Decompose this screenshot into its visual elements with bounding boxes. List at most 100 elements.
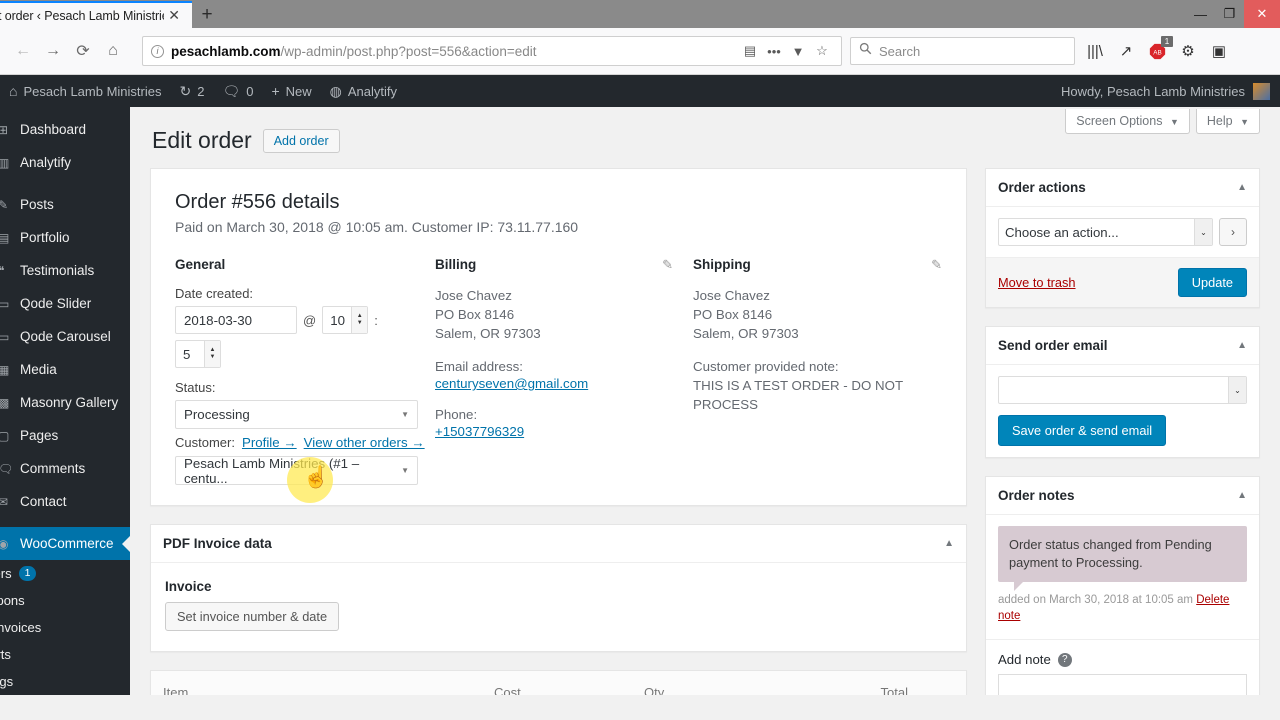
billing-email-label: Email address: xyxy=(435,359,523,374)
sidebar-item-woocommerce[interactable]: ◉ WooCommerce xyxy=(0,527,130,560)
admin-columns: Order #556 details Paid on March 30, 201… xyxy=(130,168,1280,695)
browser-tab[interactable]: t order ‹ Pesach Lamb Ministries ✕ xyxy=(0,1,192,28)
pocket-icon[interactable]: ▼ xyxy=(787,40,809,62)
back-icon[interactable]: ← xyxy=(8,36,38,66)
forward-icon[interactable]: → xyxy=(38,36,68,66)
sidebar-item-comments[interactable]: 🗨 Comments xyxy=(0,452,130,485)
column-header-item: Item xyxy=(163,685,189,695)
adblock-icon[interactable]: AB 1 xyxy=(1143,36,1173,65)
site-info-icon[interactable]: i xyxy=(151,44,164,58)
help-button[interactable]: Help ▼ xyxy=(1195,109,1260,134)
collapse-toggle-icon[interactable]: ▲ xyxy=(1237,340,1247,351)
admin-bar-updates[interactable]: ↻ 2 xyxy=(170,75,213,107)
sidebar-item-contact[interactable]: ✉ Contact xyxy=(0,485,130,518)
admin-bar-account[interactable]: Howdy, Pesach Lamb Ministries xyxy=(1061,82,1270,100)
carousel-icon: ▭ xyxy=(0,329,10,344)
page-actions-icon[interactable]: ••• xyxy=(763,40,785,62)
billing-email-link[interactable]: centuryseven@gmail.com xyxy=(435,376,693,391)
admin-content: Screen Options ▼ Help ▼ Edit order Add o… xyxy=(130,107,1280,695)
set-invoice-number-button[interactable]: Set invoice number & date xyxy=(165,602,340,631)
comment-icon: 🗨 xyxy=(222,82,241,99)
browser-window: t order ‹ Pesach Lamb Ministries ✕ + — ❐… xyxy=(0,0,1280,720)
send-email-header: Send order email ▲ xyxy=(986,327,1259,365)
minimize-icon[interactable]: — xyxy=(1186,0,1215,28)
collapse-toggle-icon[interactable]: ▲ xyxy=(944,538,954,549)
date-created-input[interactable]: 2018-03-30 xyxy=(175,306,297,334)
sidebar-item-masonry-gallery[interactable]: ▩ Masonry Gallery xyxy=(0,386,130,419)
sidebar-item-reports[interactable]: ports xyxy=(0,641,130,668)
close-window-icon[interactable]: ✕ xyxy=(1244,0,1280,28)
move-to-trash-link[interactable]: Move to trash xyxy=(998,275,1076,290)
dashboard-icon: ⊞ xyxy=(0,122,9,137)
sync-icon[interactable]: ↗ xyxy=(1112,37,1140,65)
maximize-icon[interactable]: ❐ xyxy=(1215,0,1244,28)
minute-stepper[interactable]: 5 ▲ ▼ xyxy=(175,340,221,368)
screen-options-label: Screen Options xyxy=(1076,114,1163,128)
minute-value: 5 xyxy=(183,346,191,362)
sidebar-item-analytify[interactable]: ▥ Analytify xyxy=(0,146,130,179)
update-button[interactable]: Update xyxy=(1177,268,1247,297)
order-action-select[interactable]: Choose an action... ⌄ xyxy=(998,218,1213,246)
collapse-toggle-icon[interactable]: ▲ xyxy=(1237,490,1247,501)
chevron-down-icon: ⌄ xyxy=(1228,377,1246,403)
sidebar-item-dashboard[interactable]: ⊞ Dashboard xyxy=(0,113,130,146)
admin-bar-site-home[interactable]: ⌂ Pesach Lamb Ministries xyxy=(0,75,170,107)
bookmark-star-icon[interactable]: ☆ xyxy=(811,40,833,62)
sidebar-icon[interactable]: ▣ xyxy=(1205,37,1233,65)
apply-action-button[interactable]: › xyxy=(1219,218,1247,246)
screen-meta-links: Screen Options ▼ Help ▼ xyxy=(1065,109,1260,134)
sidebar-item-settings[interactable]: ttings xyxy=(0,668,130,695)
minute-spinner-arrows[interactable]: ▲ ▼ xyxy=(204,341,220,367)
sidebar-item-media[interactable]: ▦ Media xyxy=(0,353,130,386)
collapse-toggle-icon[interactable]: ▲ xyxy=(1237,182,1247,193)
view-other-orders-link[interactable]: View other orders → xyxy=(304,435,425,450)
colon-symbol: : xyxy=(374,312,378,328)
home-icon[interactable]: ⌂ xyxy=(98,36,128,66)
save-and-send-email-button[interactable]: Save order & send email xyxy=(998,415,1167,446)
menu-divider xyxy=(0,518,130,527)
reader-mode-icon[interactable]: ▤ xyxy=(739,40,761,62)
sidebar-item-pdf-invoices[interactable]: F Invoices xyxy=(0,614,130,641)
analytify-icon: ◍ xyxy=(329,82,342,99)
send-email-body: ⌄ Save order & send email xyxy=(986,365,1259,457)
screen-options-button[interactable]: Screen Options ▼ xyxy=(1065,109,1190,134)
sidebar-item-qode-carousel[interactable]: ▭ Qode Carousel xyxy=(0,320,130,353)
order-general-column: General Date created: 2018-03-30 @ 10 ▲ ▼ xyxy=(175,257,435,503)
customer-profile-link[interactable]: Profile → xyxy=(242,435,297,450)
admin-bar-comments[interactable]: 🗨 0 xyxy=(213,75,262,107)
browser-extension-icons: |||\ ↗ AB 1 ⚙ ▣ xyxy=(1081,36,1233,65)
sidebar-item-orders[interactable]: rders 1 xyxy=(0,560,130,587)
add-note-textarea[interactable]: ⠿ xyxy=(998,674,1247,695)
address-bar[interactable]: i pesachlamb.com/wp-admin/post.php?post=… xyxy=(142,36,842,66)
add-note-label: Add note xyxy=(998,652,1051,667)
order-actions-title: Order actions xyxy=(998,180,1086,195)
admin-bar-new[interactable]: + New xyxy=(262,75,320,107)
sidebar-item-portfolio[interactable]: ▤ Portfolio xyxy=(0,221,130,254)
admin-bar-analytify[interactable]: ◍ Analytify xyxy=(321,75,406,107)
reload-icon[interactable]: ⟳ xyxy=(68,36,98,66)
edit-billing-icon[interactable]: ✎ xyxy=(662,257,673,273)
new-tab-button[interactable]: + xyxy=(192,1,222,28)
billing-phone-link[interactable]: +15037796329 xyxy=(435,424,693,439)
howdy-text: Howdy, Pesach Lamb Ministries xyxy=(1061,83,1245,99)
gear-icon[interactable]: ⚙ xyxy=(1174,37,1202,65)
search-bar[interactable]: Search xyxy=(850,37,1075,65)
close-icon[interactable]: ✕ xyxy=(164,7,184,24)
send-email-title: Send order email xyxy=(998,338,1108,353)
column-header-total: Total xyxy=(880,685,908,695)
order-status-select[interactable]: Processing ▼ xyxy=(175,400,418,429)
edit-shipping-icon[interactable]: ✎ xyxy=(931,257,942,273)
email-template-select[interactable]: ⌄ xyxy=(998,376,1247,404)
date-created-row: 2018-03-30 @ 10 ▲ ▼ : xyxy=(175,306,435,334)
sidebar-item-posts[interactable]: ✎ Posts xyxy=(0,188,130,221)
help-icon[interactable]: ? xyxy=(1057,652,1072,667)
sidebar-item-pages[interactable]: ▢ Pages xyxy=(0,419,130,452)
customer-select[interactable]: Pesach Lamb Ministries (#1 – centu... ▼ xyxy=(175,456,418,486)
sidebar-item-testimonials[interactable]: ❝ Testimonials xyxy=(0,254,130,287)
library-icon[interactable]: |||\ xyxy=(1081,37,1109,65)
hour-stepper[interactable]: 10 ▲ ▼ xyxy=(322,306,369,334)
hour-spinner-arrows[interactable]: ▲ ▼ xyxy=(351,307,368,333)
sidebar-item-qode-slider[interactable]: ▭ Qode Slider xyxy=(0,287,130,320)
add-order-button[interactable]: Add order xyxy=(262,128,340,153)
sidebar-item-coupons[interactable]: oupons xyxy=(0,587,130,614)
